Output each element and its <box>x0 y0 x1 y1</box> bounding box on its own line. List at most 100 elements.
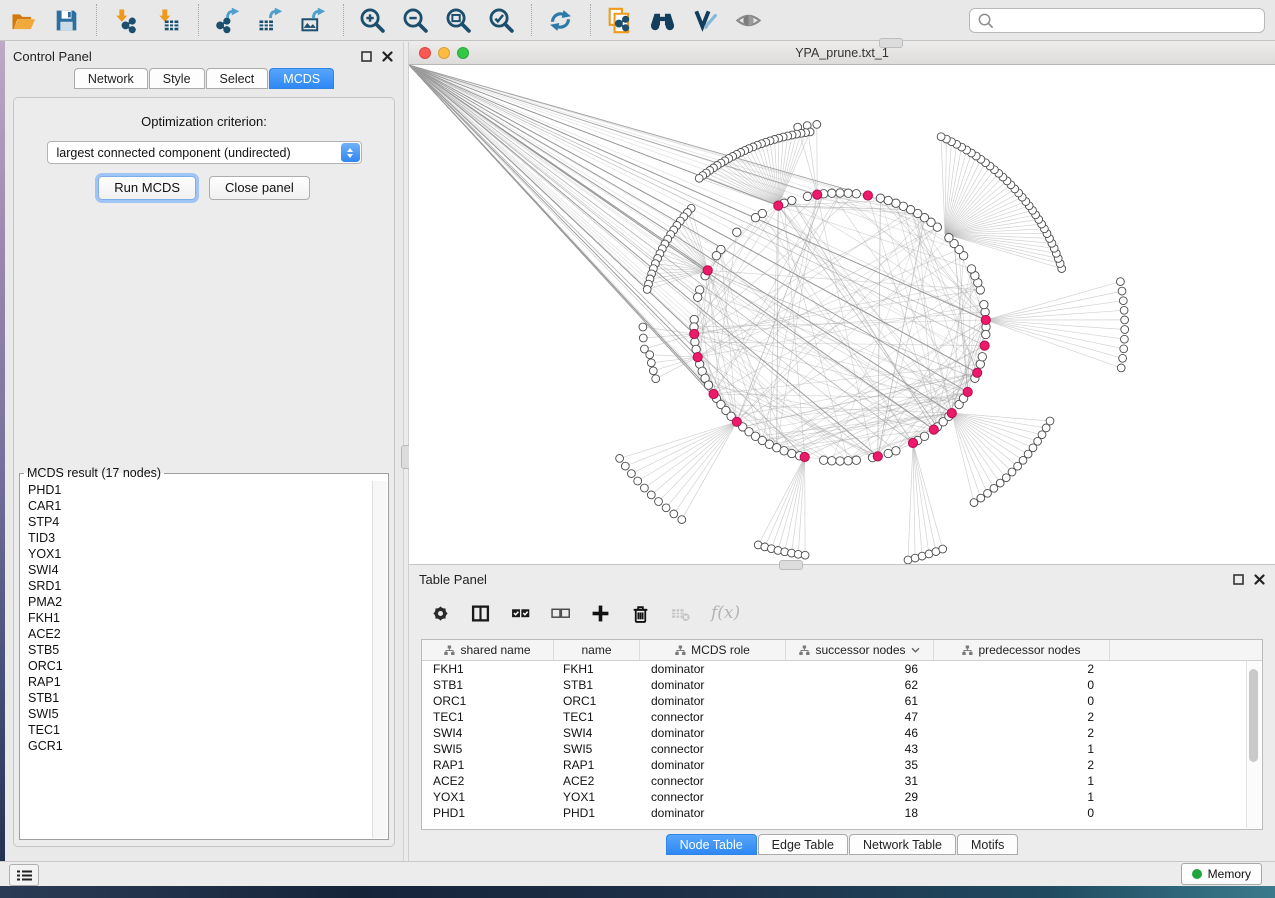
settings-gear-button[interactable] <box>431 604 450 623</box>
deselect-all-button[interactable] <box>551 604 570 623</box>
open-session-button[interactable] <box>8 5 39 36</box>
mcds-list-scrollbar[interactable] <box>372 481 387 838</box>
zoom-in-button[interactable] <box>357 5 388 36</box>
close-panel-icon[interactable] <box>1254 572 1265 590</box>
maximize-window-icon[interactable] <box>457 47 469 59</box>
export-image-button[interactable] <box>298 5 329 36</box>
toolbar-separator <box>590 4 592 36</box>
mcds-result-list[interactable]: PHD1CAR1STP4TID3YOX1SWI4SRD1PMA2FKH1ACE2… <box>21 482 372 838</box>
main-toolbar <box>0 0 1275 41</box>
mcds-node-item[interactable]: STP4 <box>21 514 372 530</box>
mcds-node-item[interactable]: STB5 <box>21 642 372 658</box>
tab-style[interactable]: Style <box>149 68 205 89</box>
save-session-button[interactable] <box>51 5 82 36</box>
show-columns-button[interactable] <box>471 604 490 623</box>
network-canvas[interactable] <box>409 65 1275 564</box>
apply-layout-button[interactable] <box>545 5 576 36</box>
tab-network-table[interactable]: Network Table <box>849 834 956 855</box>
first-neighbors-icon <box>649 7 676 34</box>
delete-row-button[interactable] <box>631 604 650 623</box>
close-panel-icon[interactable] <box>382 49 393 67</box>
mcds-node-item[interactable]: PMA2 <box>21 594 372 610</box>
first-neighbors-button[interactable] <box>647 5 678 36</box>
table-row[interactable]: RAP1 RAP1 dominator 35 2 <box>422 757 1262 773</box>
mcds-result-box: MCDS result (17 nodes) PHD1CAR1STP4TID3Y… <box>19 466 389 840</box>
table-row[interactable]: ACE2 ACE2 connector 31 1 <box>422 773 1262 789</box>
column-header-predecessor-nodes[interactable]: predecessor nodes <box>934 640 1110 660</box>
zoom-selected-button[interactable] <box>486 5 517 36</box>
tab-mcds[interactable]: MCDS <box>269 68 334 89</box>
minimize-window-icon[interactable] <box>438 47 450 59</box>
column-header-successor-nodes[interactable]: successor nodes <box>786 640 934 660</box>
float-panel-icon[interactable] <box>361 49 372 67</box>
optimization-criterion-select[interactable]: largest connected component (undirected) <box>47 141 362 164</box>
import-network-button[interactable] <box>110 5 141 36</box>
mcds-node-item[interactable]: ACE2 <box>21 626 372 642</box>
graphics-details-button[interactable] <box>733 5 764 36</box>
import-table-button[interactable] <box>153 5 184 36</box>
float-panel-icon[interactable] <box>1233 572 1244 590</box>
select-stepper-icon[interactable] <box>341 143 360 162</box>
zoom-out-button[interactable] <box>400 5 431 36</box>
table-row[interactable]: SWI5 SWI5 connector 43 1 <box>422 741 1262 757</box>
memory-status-icon <box>1192 869 1202 879</box>
mcds-node-item[interactable]: PHD1 <box>21 482 372 498</box>
table-row[interactable]: PHD1 PHD1 dominator 18 0 <box>422 805 1262 821</box>
dominator-node <box>703 266 712 275</box>
vizmapper-button[interactable] <box>690 5 721 36</box>
delete-row-icon <box>631 604 650 623</box>
mcds-node-item[interactable]: RAP1 <box>21 674 372 690</box>
table-row[interactable]: FKH1 FKH1 dominator 96 2 <box>422 661 1262 677</box>
mcds-node-item[interactable]: SWI4 <box>21 562 372 578</box>
tab-edge-table[interactable]: Edge Table <box>758 834 848 855</box>
tab-network[interactable]: Network <box>74 68 148 89</box>
close-window-icon[interactable] <box>419 47 431 59</box>
column-header-MCDS-role[interactable]: MCDS role <box>640 640 786 660</box>
mcds-node-item[interactable]: CAR1 <box>21 498 372 514</box>
optimization-criterion-label: Optimization criterion: <box>14 114 394 129</box>
table-row[interactable]: TEC1 TEC1 connector 47 2 <box>422 709 1262 725</box>
clone-network-button[interactable] <box>604 5 635 36</box>
mcds-node-item[interactable]: STB1 <box>21 690 372 706</box>
status-bar: Memory <box>0 861 1275 886</box>
mcds-node-item[interactable]: GCR1 <box>21 738 372 754</box>
control-panel-header: Control Panel <box>5 42 403 68</box>
add-row-button[interactable] <box>591 604 610 623</box>
table-row[interactable]: ORC1 ORC1 dominator 61 0 <box>422 693 1262 709</box>
mcds-node-item[interactable]: YOX1 <box>21 546 372 562</box>
mcds-node-item[interactable]: FKH1 <box>21 610 372 626</box>
export-table-button[interactable] <box>255 5 286 36</box>
table-row[interactable]: YOX1 YOX1 connector 29 1 <box>422 789 1262 805</box>
delete-table-button <box>671 604 690 623</box>
network-graph[interactable] <box>409 65 1275 564</box>
select-all-button[interactable] <box>511 604 530 623</box>
shared-column-icon <box>799 645 810 656</box>
tab-node-table[interactable]: Node Table <box>666 834 757 855</box>
mcds-node-item[interactable]: SWI5 <box>21 706 372 722</box>
splitter-handle[interactable] <box>879 38 903 48</box>
mcds-node-item[interactable]: TEC1 <box>21 722 372 738</box>
mcds-node-item[interactable]: ORC1 <box>21 658 372 674</box>
search-box[interactable] <box>969 8 1265 33</box>
zoom-out-icon <box>402 7 429 34</box>
table-row[interactable]: SWI4 SWI4 dominator 46 2 <box>422 725 1262 741</box>
close-panel-button[interactable]: Close panel <box>209 176 310 200</box>
zoom-fit-button[interactable] <box>443 5 474 36</box>
toolbar-separator <box>343 4 345 36</box>
table-panel-tabs: Node TableEdge TableNetwork TableMotifs <box>409 834 1275 855</box>
tab-motifs[interactable]: Motifs <box>957 834 1018 855</box>
mcds-node-item[interactable]: SRD1 <box>21 578 372 594</box>
export-network-button[interactable] <box>212 5 243 36</box>
tab-select[interactable]: Select <box>206 68 269 89</box>
node-table: shared namenameMCDS rolesuccessor nodesp… <box>421 639 1263 830</box>
column-header-name[interactable]: name <box>554 640 640 660</box>
scrollbar-thumb[interactable] <box>1249 669 1258 762</box>
column-header-shared-name[interactable]: shared name <box>422 640 554 660</box>
search-input[interactable] <box>994 14 1264 28</box>
task-history-button[interactable] <box>9 864 39 886</box>
table-scrollbar[interactable] <box>1246 661 1261 828</box>
table-row[interactable]: STB1 STB1 dominator 62 0 <box>422 677 1262 693</box>
memory-button[interactable]: Memory <box>1181 863 1262 885</box>
run-mcds-button[interactable]: Run MCDS <box>98 176 196 200</box>
mcds-node-item[interactable]: TID3 <box>21 530 372 546</box>
